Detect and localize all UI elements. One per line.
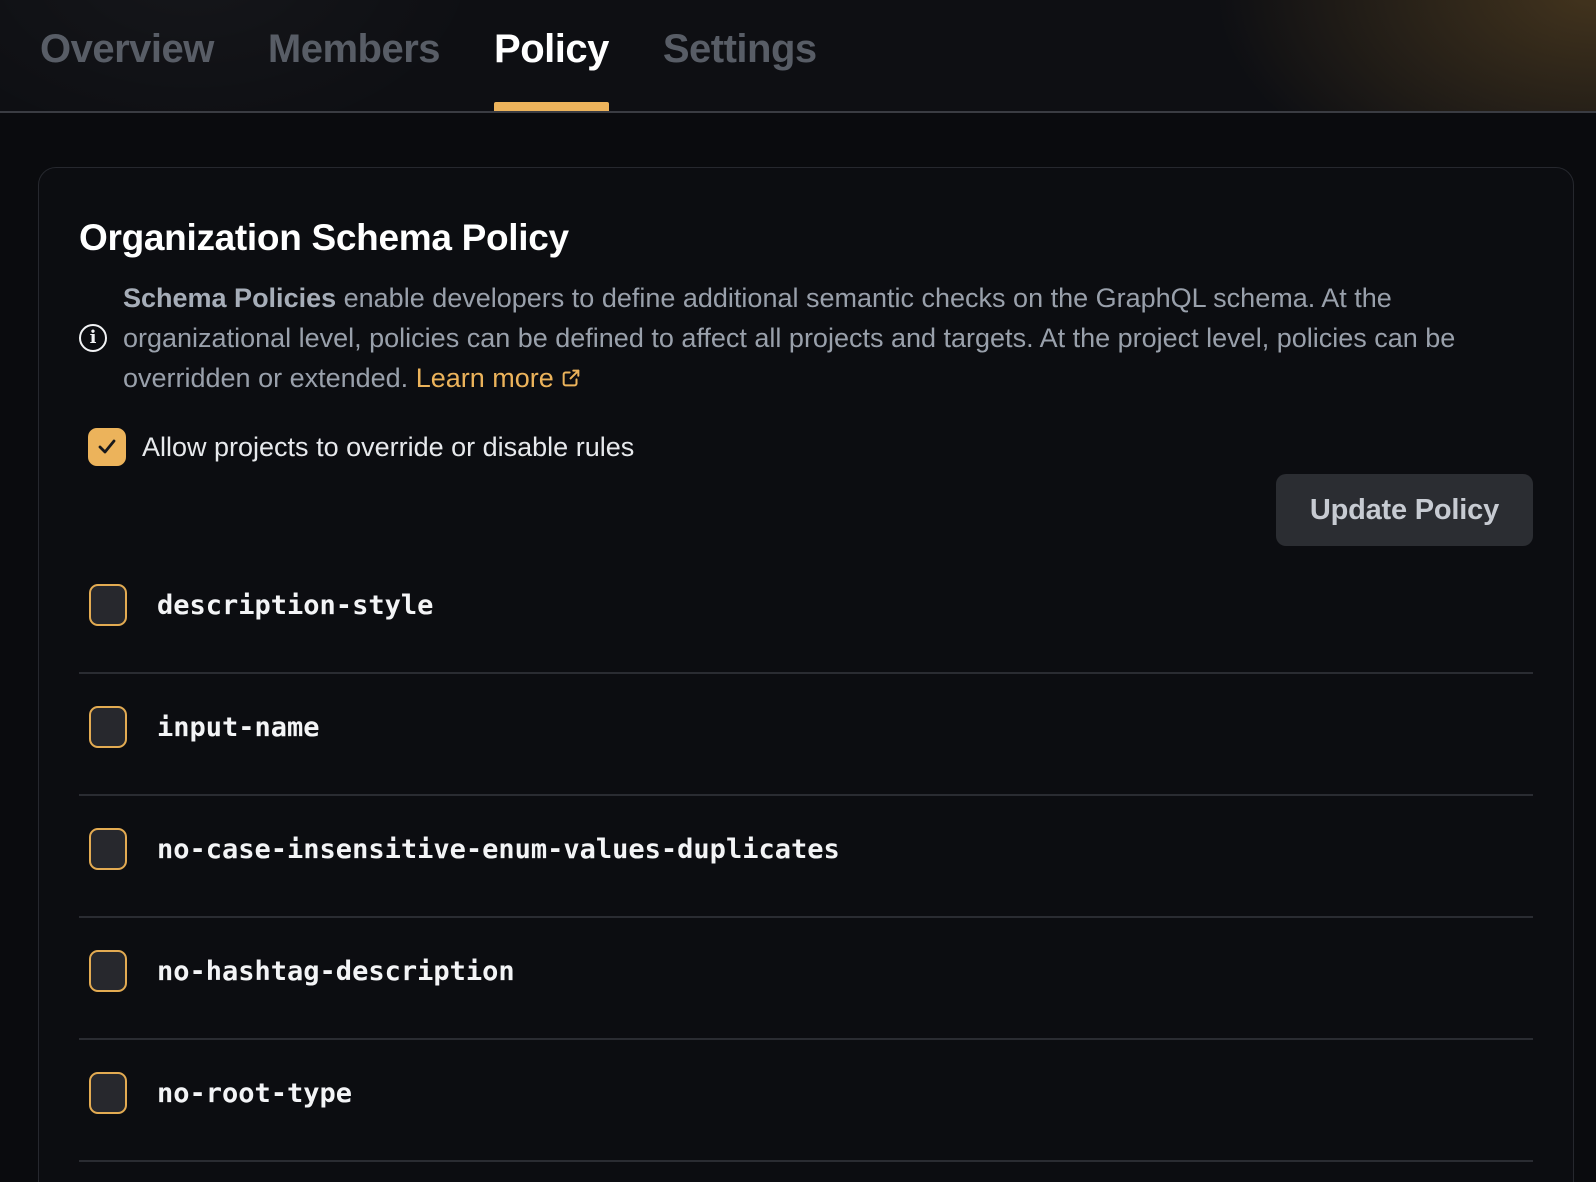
rule-row: no-case-insensitive-enum-values-duplicat… — [79, 796, 1533, 918]
checkmark-icon — [95, 435, 119, 459]
tab-settings[interactable]: Settings — [663, 0, 817, 111]
rule-checkbox[interactable] — [89, 1072, 127, 1114]
policy-description: Schema Policies enable developers to def… — [123, 278, 1515, 398]
update-policy-button[interactable]: Update Policy — [1276, 474, 1533, 546]
rule-row: no-root-type — [79, 1040, 1533, 1162]
tab-label: Policy — [494, 27, 609, 72]
tab-label: Members — [268, 27, 440, 72]
rule-row: description-style — [79, 552, 1533, 674]
learn-more-link[interactable]: Learn more — [416, 363, 582, 393]
rule-checkbox[interactable] — [89, 828, 127, 870]
policy-card: Organization Schema Policy i Schema Poli… — [38, 167, 1574, 1182]
policy-description-lead: Schema Policies — [123, 283, 336, 313]
rule-checkbox[interactable] — [89, 950, 127, 992]
rule-row: input-name — [79, 674, 1533, 796]
rule-name: input-name — [157, 712, 320, 743]
rule-name: description-style — [157, 590, 433, 621]
tab-label: Settings — [663, 27, 817, 72]
rule-name: no-hashtag-description — [157, 956, 515, 987]
page-title: Organization Schema Policy — [79, 216, 1533, 260]
main-content: Organization Schema Policy i Schema Poli… — [0, 113, 1596, 1182]
allow-override-checkbox[interactable] — [88, 428, 126, 466]
button-row: Update Policy — [79, 474, 1533, 546]
rule-checkbox[interactable] — [89, 706, 127, 748]
tab-label: Overview — [40, 27, 214, 72]
external-link-icon — [560, 367, 582, 389]
policy-description-callout: i Schema Policies enable developers to d… — [79, 278, 1533, 398]
tab-members[interactable]: Members — [268, 0, 440, 111]
allow-override-row: Allow projects to override or disable ru… — [79, 428, 1533, 466]
learn-more-label: Learn more — [416, 363, 554, 393]
info-icon: i — [79, 324, 107, 352]
tab-overview[interactable]: Overview — [40, 0, 214, 111]
tab-policy[interactable]: Policy — [494, 0, 609, 111]
rule-name: no-case-insensitive-enum-values-duplicat… — [157, 834, 840, 865]
allow-override-label[interactable]: Allow projects to override or disable ru… — [142, 432, 634, 463]
rule-name: no-root-type — [157, 1078, 352, 1109]
tab-bar: Overview Members Policy Settings — [0, 0, 1596, 113]
policy-rules-list: description-style input-name no-case-ins… — [79, 552, 1533, 1162]
rule-row: no-hashtag-description — [79, 918, 1533, 1040]
rule-checkbox[interactable] — [89, 584, 127, 626]
